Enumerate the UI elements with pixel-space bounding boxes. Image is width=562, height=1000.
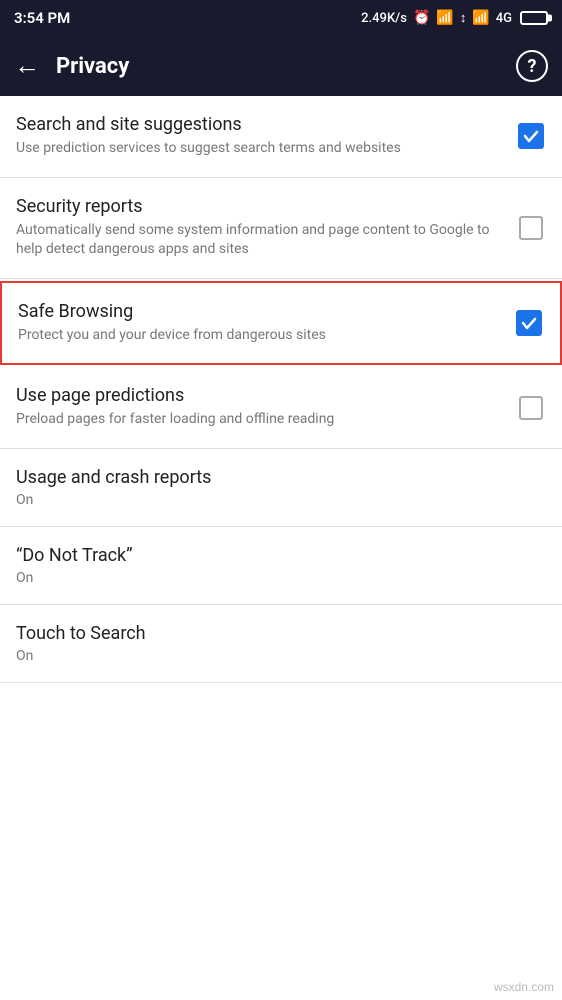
settings-item-search-suggestions[interactable]: Search and site suggestions Use predictio… bbox=[0, 96, 562, 178]
checkbox-safe-browsing[interactable] bbox=[514, 308, 544, 338]
settings-desc-search-suggestions: Use prediction services to suggest searc… bbox=[16, 139, 504, 159]
settings-desc-security-reports: Automatically send some system informati… bbox=[16, 221, 504, 260]
settings-item-usage-crash-reports[interactable]: Usage and crash reports On bbox=[0, 449, 562, 527]
settings-desc-safe-browsing: Protect you and your device from dangero… bbox=[18, 326, 502, 346]
checkbox-search-suggestions[interactable] bbox=[516, 121, 546, 151]
alarm-icon: ⏰ bbox=[413, 10, 430, 26]
checkbox-security-reports[interactable] bbox=[516, 213, 546, 243]
data-transfer-icon: ↕ bbox=[460, 10, 467, 26]
carrier-label: 4G bbox=[496, 11, 512, 26]
settings-title-usage-crash-reports: Usage and crash reports bbox=[16, 467, 546, 488]
status-bar: 3:54 PM 2.49K/s ⏰ 📶 ↕ 📶 4G bbox=[0, 0, 562, 36]
settings-title-do-not-track: “Do Not Track” bbox=[16, 545, 546, 566]
back-button[interactable]: ← bbox=[14, 53, 40, 79]
network-speed: 2.49K/s bbox=[361, 11, 407, 26]
settings-title-security-reports: Security reports bbox=[16, 196, 504, 217]
settings-status-touch-to-search: On bbox=[16, 648, 546, 664]
page-title: Privacy bbox=[56, 54, 500, 79]
status-time: 3:54 PM bbox=[14, 9, 70, 27]
settings-status-do-not-track: On bbox=[16, 570, 546, 586]
settings-desc-page-predictions: Preload pages for faster loading and off… bbox=[16, 410, 504, 430]
status-icons: 2.49K/s ⏰ 📶 ↕ 📶 4G bbox=[361, 10, 548, 26]
settings-title-search-suggestions: Search and site suggestions bbox=[16, 114, 504, 135]
settings-item-security-reports[interactable]: Security reports Automatically send some … bbox=[0, 178, 562, 279]
checkbox-page-predictions[interactable] bbox=[516, 393, 546, 423]
settings-title-page-predictions: Use page predictions bbox=[16, 385, 504, 406]
settings-status-usage-crash-reports: On bbox=[16, 492, 546, 508]
settings-item-do-not-track[interactable]: “Do Not Track” On bbox=[0, 527, 562, 605]
nav-bar: ← Privacy ? bbox=[0, 36, 562, 96]
watermark: wsxdn.com bbox=[494, 980, 554, 994]
settings-item-safe-browsing[interactable]: Safe Browsing Protect you and your device… bbox=[0, 281, 562, 366]
help-button[interactable]: ? bbox=[516, 50, 548, 82]
settings-item-page-predictions[interactable]: Use page predictions Preload pages for fa… bbox=[0, 367, 562, 449]
settings-title-touch-to-search: Touch to Search bbox=[16, 623, 546, 644]
signal2-icon: 📶 bbox=[472, 10, 489, 26]
settings-item-touch-to-search[interactable]: Touch to Search On bbox=[0, 605, 562, 683]
battery-icon bbox=[520, 11, 548, 25]
settings-list: Search and site suggestions Use predictio… bbox=[0, 96, 562, 683]
settings-title-safe-browsing: Safe Browsing bbox=[18, 301, 502, 322]
signal-icon: 📶 bbox=[436, 10, 453, 26]
